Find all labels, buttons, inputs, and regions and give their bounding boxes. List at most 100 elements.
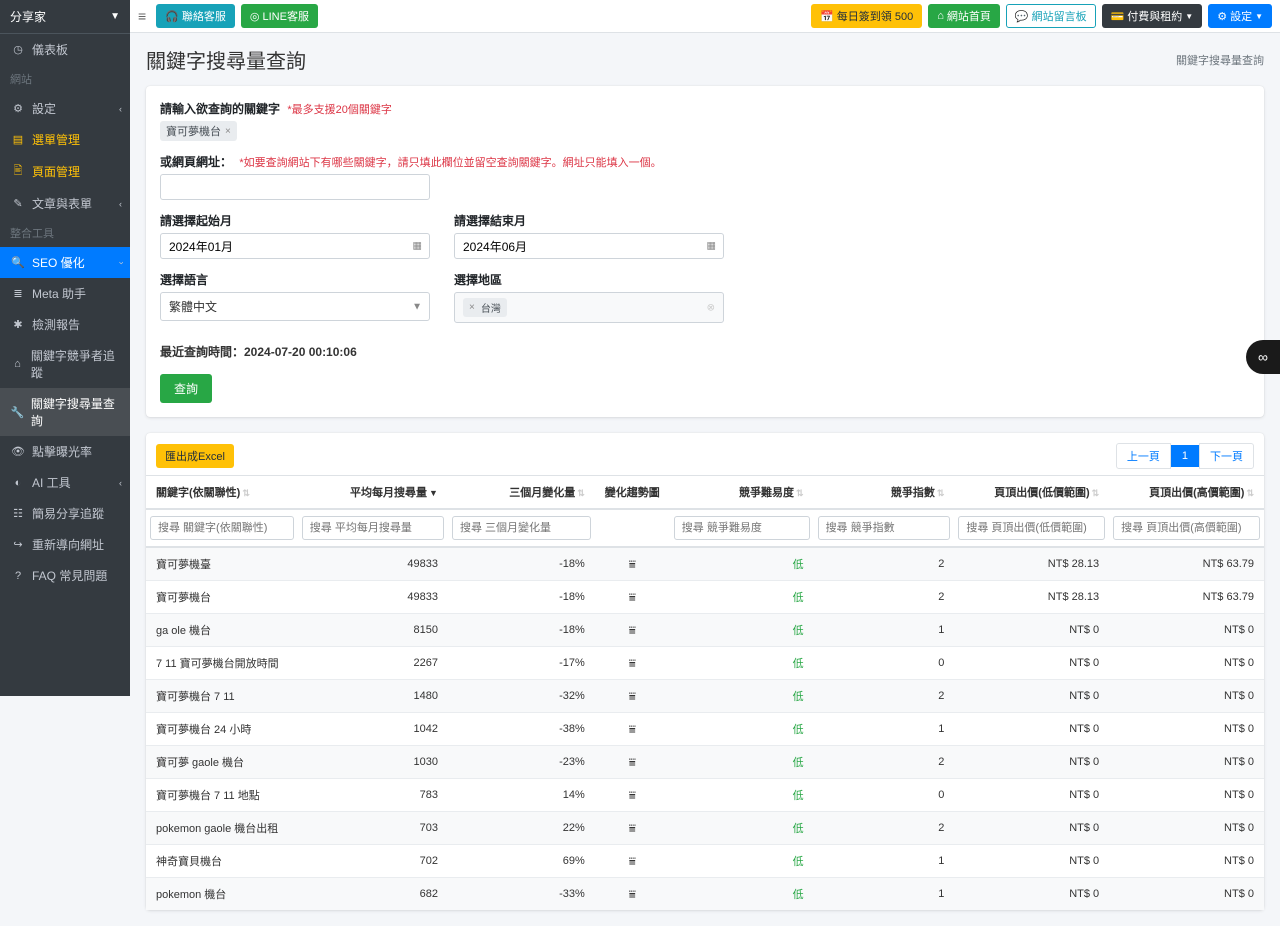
remove-region-icon[interactable]: × [469, 302, 475, 313]
end-month-label: 請選擇結束月 [454, 212, 724, 229]
sidebar-item[interactable]: ↪重新導向網址 [0, 529, 130, 560]
settings-dropdown[interactable]: ⚙ 設定 ▼ [1208, 4, 1272, 28]
cell-diff: 低 [670, 581, 814, 614]
sidebar-item[interactable]: ▤選單管理 [0, 124, 130, 155]
column-filter-input[interactable] [674, 516, 810, 540]
export-excel-button[interactable]: 匯出成Excel [156, 444, 234, 468]
keyword-tag-input[interactable]: 寶可夢機台 × [160, 121, 1250, 141]
billing-dropdown[interactable]: 💳 付費與租約 ▼ [1102, 4, 1203, 28]
brand-select[interactable]: 分享家 ▼ [0, 0, 130, 34]
cell-low: NT$ 0 [954, 614, 1109, 647]
sidebar-item[interactable]: ◷儀表板 [0, 34, 130, 65]
sort-icon: ⇅ [242, 488, 250, 498]
cell-idx: 2 [814, 812, 955, 845]
cell-trend: ⩸ [595, 547, 670, 581]
column-header[interactable]: 頁頂出價(低價範圍)⇅ [954, 476, 1109, 510]
sidebar-item[interactable]: ⚙設定‹ [0, 93, 130, 124]
clear-region-icon[interactable]: ⊗ [707, 302, 715, 313]
billing-label: 付費與租約 [1127, 8, 1182, 24]
sidebar-item[interactable]: ⌂關鍵字競爭者追蹤 [0, 340, 130, 388]
trend-chart-icon[interactable]: ⩸ [629, 656, 636, 670]
remove-tag-icon[interactable]: × [225, 126, 231, 137]
sidebar-item[interactable]: ✱檢測報告 [0, 309, 130, 340]
url-input[interactable] [160, 174, 430, 200]
sidebar-item[interactable]: ◐AI 工具‹ [0, 467, 130, 498]
column-header[interactable]: 三個月變化量⇅ [448, 476, 595, 510]
trend-chart-icon[interactable]: ⩸ [629, 755, 636, 769]
region-select[interactable]: × 台灣 ⊗ [454, 292, 724, 323]
column-header[interactable]: 競爭難易度⇅ [670, 476, 814, 510]
column-header[interactable]: 關鍵字(依關聯性)⇅ [146, 476, 298, 510]
quota-label: 每日簽到領 500 [837, 8, 913, 24]
floating-help-button[interactable]: ∞ [1246, 340, 1280, 374]
cell-low: NT$ 0 [954, 812, 1109, 845]
cell-high: NT$ 0 [1109, 878, 1264, 911]
cell-avg: 682 [298, 878, 448, 911]
daily-signin-button[interactable]: 📅 每日簽到領 500 [811, 4, 922, 28]
hamburger-icon[interactable]: ≡ [138, 8, 146, 24]
cell-high: NT$ 0 [1109, 647, 1264, 680]
sidebar-item[interactable]: ?FAQ 常見問題 [0, 560, 130, 591]
cell-idx: 2 [814, 547, 955, 581]
contact-label: 聯絡客服 [182, 8, 226, 24]
trend-chart-icon[interactable]: ⩸ [629, 821, 636, 835]
keyword-label: 請輸入欲查詢的關鍵字 *最多支援20個關鍵字 [160, 100, 1250, 117]
column-filter-input[interactable] [452, 516, 591, 540]
column-filter-input[interactable] [302, 516, 444, 540]
sidebar-item-label: 關鍵字搜尋量查詢 [31, 395, 120, 429]
table-row: 7 11 寶可夢機台開放時間2267-17%⩸低0NT$ 0NT$ 0 [146, 647, 1264, 680]
chevron-left-icon: ‹ [119, 104, 122, 114]
trend-chart-icon[interactable]: ⩸ [629, 623, 636, 637]
prev-page-button[interactable]: 上一頁 [1116, 443, 1171, 469]
trend-chart-icon[interactable]: ⩸ [629, 557, 636, 571]
column-header[interactable]: 頁頂出價(高價範圍)⇅ [1109, 476, 1264, 510]
column-header[interactable]: 平均每月搜尋量▼ [298, 476, 448, 510]
pagination: 上一頁 1 下一頁 [1116, 443, 1254, 469]
sidebar-item[interactable]: ☷簡易分享追蹤 [0, 498, 130, 529]
sidebar-item-label: 設定 [32, 100, 56, 117]
search-button[interactable]: 查詢 [160, 374, 212, 403]
sidebar-item-label: 儀表板 [32, 41, 68, 58]
line-support-button[interactable]: ◎ LINE客服 [241, 4, 318, 28]
contact-support-button[interactable]: 🎧 聯絡客服 [156, 4, 235, 28]
page-1-button[interactable]: 1 [1171, 445, 1199, 467]
website-home-button[interactable]: ⌂ 網站首頁 [928, 4, 1000, 28]
column-header[interactable]: 變化趨勢圖 [595, 476, 670, 510]
column-filter-input[interactable] [958, 516, 1105, 540]
column-header[interactable]: 競爭指數⇅ [814, 476, 955, 510]
sidebar-item[interactable]: 🖹頁面管理 [0, 155, 130, 188]
sort-icon: ⇅ [1246, 488, 1254, 498]
main: ≡ 🎧 聯絡客服 ◎ LINE客服 📅 每日簽到領 500 ⌂ 網站首頁 💬 網… [130, 0, 1280, 910]
sidebar-item[interactable]: 🔍SEO 優化‹ [0, 247, 130, 278]
message-board-button[interactable]: 💬 網站留言板 [1006, 4, 1096, 28]
cell-idx: 2 [814, 581, 955, 614]
gear-icon: ⚙ [1217, 10, 1227, 23]
cell-trend: ⩸ [595, 845, 670, 878]
end-month-input[interactable] [454, 233, 724, 259]
sidebar-item[interactable]: ✎文章與表單‹ [0, 188, 130, 219]
cell-high: NT$ 63.79 [1109, 581, 1264, 614]
cell-kw: 神奇寶貝機台 [146, 845, 298, 878]
cell-diff: 低 [670, 713, 814, 746]
table-row: pokemon gaole 機台出租70322%⩸低2NT$ 0NT$ 0 [146, 812, 1264, 845]
sidebar-item[interactable]: ≣Meta 助手 [0, 278, 130, 309]
trend-chart-icon[interactable]: ⩸ [629, 887, 636, 901]
sidebar-item[interactable]: 👁點擊曝光率 [0, 436, 130, 467]
sidebar-item-label: AI 工具 [32, 474, 71, 491]
column-filter-input[interactable] [150, 516, 294, 540]
cell-kw: 7 11 寶可夢機台開放時間 [146, 647, 298, 680]
column-filter-input[interactable] [818, 516, 951, 540]
keyword-tag: 寶可夢機台 × [160, 121, 237, 141]
cell-high: NT$ 0 [1109, 812, 1264, 845]
trend-chart-icon[interactable]: ⩸ [629, 722, 636, 736]
trend-chart-icon[interactable]: ⩸ [629, 590, 636, 604]
sidebar-item[interactable]: 🔧關鍵字搜尋量查詢 [0, 388, 130, 436]
infinity-icon: ∞ [1258, 349, 1268, 365]
trend-chart-icon[interactable]: ⩸ [629, 854, 636, 868]
start-month-input[interactable] [160, 233, 430, 259]
language-select[interactable]: 繁體中文 [160, 292, 430, 321]
trend-chart-icon[interactable]: ⩸ [629, 788, 636, 802]
column-filter-input[interactable] [1113, 516, 1260, 540]
sidebar-item-label: 關鍵字競爭者追蹤 [31, 347, 120, 381]
next-page-button[interactable]: 下一頁 [1199, 443, 1254, 469]
